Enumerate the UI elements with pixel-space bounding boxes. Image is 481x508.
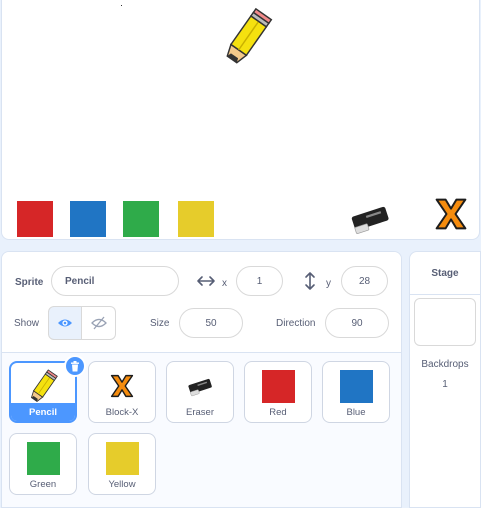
size-label: Size — [150, 318, 170, 329]
eraser-sprite[interactable] — [343, 196, 397, 240]
backdrops-label: Backdrops — [421, 359, 469, 370]
backdrop-thumbnail[interactable] — [414, 298, 476, 346]
sprite-tile-label: Eraser — [186, 407, 214, 418]
stage-panel-title: Stage — [410, 252, 480, 295]
blue-swatch — [339, 369, 373, 403]
eraser-icon — [187, 378, 214, 397]
sprite-tile-red[interactable]: Red — [244, 361, 312, 423]
block-x-sprite[interactable] — [433, 194, 469, 234]
eye-icon — [58, 319, 72, 327]
green-sprite[interactable] — [123, 201, 159, 237]
blue-sprite[interactable] — [70, 201, 106, 237]
sprite-tile-block-x[interactable]: Block-X — [88, 361, 156, 423]
sprite-tile-green[interactable]: Green — [9, 433, 77, 495]
stage-selector-pane[interactable]: Stage Backdrops 1 — [409, 251, 481, 508]
show-label: Show — [14, 318, 40, 329]
red-swatch — [261, 369, 295, 403]
delete-sprite-button[interactable] — [64, 355, 86, 377]
sprite-tile-blue[interactable]: Blue — [322, 361, 390, 423]
y-label: y — [326, 278, 331, 289]
sprite-tile-label: Block-X — [105, 407, 139, 418]
pencil-sprite[interactable] — [218, 5, 276, 71]
backdrops-count: 1 — [442, 379, 448, 390]
x-label: x — [222, 278, 227, 289]
sprite-tile-label: Red — [269, 407, 287, 418]
direction-label: Direction — [276, 318, 316, 329]
trash-icon — [71, 360, 79, 371]
eye-slash-icon — [90, 316, 107, 330]
stage-canvas[interactable] — [1, 0, 480, 240]
sprite-info-panel: Sprite Pencil x 1 y 28 Show Size 50 Dire… — [2, 252, 401, 353]
sprite-tile-label: Pencil — [29, 406, 57, 418]
show-visible-button[interactable] — [48, 306, 82, 340]
x-position-input[interactable]: 1 — [236, 266, 283, 296]
sprite-tile-label: Blue — [346, 407, 366, 418]
sprite-name-input[interactable]: Pencil — [51, 266, 179, 296]
show-hidden-button[interactable] — [82, 306, 116, 340]
sprite-tile-label: Yellow — [108, 479, 136, 490]
size-input[interactable]: 50 — [179, 308, 243, 338]
direction-input[interactable]: 90 — [325, 308, 389, 338]
sprite-tile-yellow[interactable]: Yellow — [88, 433, 156, 495]
stage-dot — [121, 5, 122, 6]
y-position-input[interactable]: 28 — [341, 266, 388, 296]
sprite-tile-eraser[interactable]: Eraser — [166, 361, 234, 423]
green-swatch — [26, 441, 60, 475]
vertical-arrows-icon — [305, 272, 315, 290]
yellow-sprite[interactable] — [178, 201, 214, 237]
pencil-icon — [29, 369, 58, 404]
red-sprite[interactable] — [17, 201, 53, 237]
sprite-label: Sprite — [15, 277, 44, 288]
block-x-icon — [110, 374, 134, 398]
horizontal-arrows-icon — [197, 276, 215, 286]
sprite-tile-label: Green — [29, 479, 57, 490]
yellow-swatch — [105, 441, 139, 475]
